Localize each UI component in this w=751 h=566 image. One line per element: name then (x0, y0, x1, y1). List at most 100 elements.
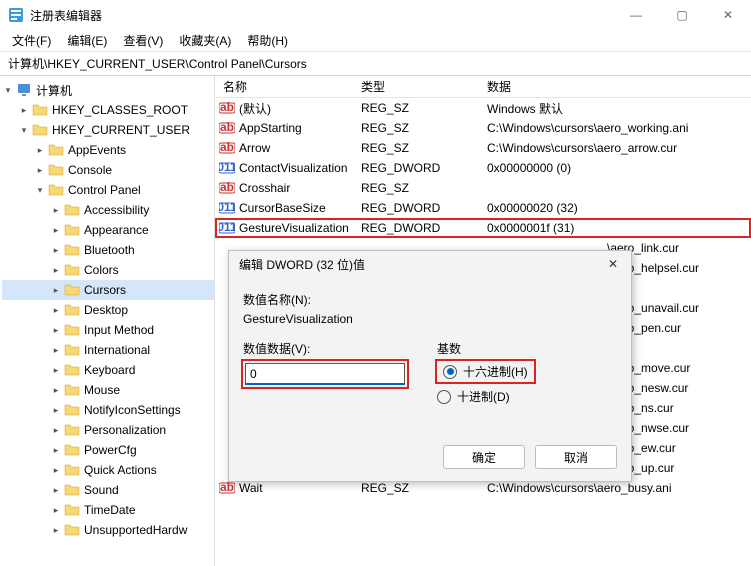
radio-checked-icon (443, 365, 457, 379)
svg-text:ab: ab (220, 140, 234, 154)
tree-item-bluetooth[interactable]: ▸Bluetooth (2, 240, 214, 260)
list-row[interactable]: 011ContactVisualizationREG_DWORD0x000000… (215, 158, 751, 178)
tree-item-timedate[interactable]: ▸TimeDate (2, 500, 214, 520)
tree-panel: ▾计算机▸HKEY_CLASSES_ROOT▾HKEY_CURRENT_USER… (0, 76, 215, 566)
close-icon: ✕ (723, 8, 733, 22)
col-name[interactable]: 名称 (215, 78, 353, 95)
value-type: REG_SZ (353, 101, 479, 115)
close-icon: ✕ (608, 257, 618, 271)
window-title: 注册表编辑器 (30, 7, 102, 24)
value-name: Arrow (239, 141, 270, 155)
svg-text:ab: ab (220, 100, 234, 114)
tree-item-control-panel[interactable]: ▾Control Panel (2, 180, 214, 200)
cancel-button[interactable]: 取消 (535, 445, 617, 469)
tree-item-accessibility[interactable]: ▸Accessibility (2, 200, 214, 220)
menu-favorites[interactable]: 收藏夹(A) (171, 30, 239, 51)
tree-item-unsupportedhardw[interactable]: ▸UnsupportedHardw (2, 520, 214, 540)
folder-icon (48, 182, 64, 198)
minimize-icon: — (630, 8, 642, 22)
value-data: 0x0000001f (31) (479, 221, 751, 235)
folder-icon (64, 322, 80, 338)
dialog-titlebar[interactable]: 编辑 DWORD (32 位)值 ✕ (229, 251, 631, 277)
value-type: REG_SZ (353, 121, 479, 135)
svg-text:011: 011 (219, 160, 235, 174)
tree-item-sound[interactable]: ▸Sound (2, 480, 214, 500)
menu-help[interactable]: 帮助(H) (239, 30, 296, 51)
tree-label: Colors (84, 263, 119, 277)
tree-item-colors[interactable]: ▸ Colors (2, 260, 214, 280)
value-name: ContactVisualization (239, 161, 348, 175)
twisty-icon: ▸ (50, 244, 62, 256)
list-row[interactable]: abArrowREG_SZC:\Windows\cursors\aero_arr… (215, 138, 751, 158)
computer-icon (16, 82, 32, 98)
tree-item-notifyiconsettings[interactable]: ▸NotifyIconSettings (2, 400, 214, 420)
ok-button[interactable]: 确定 (443, 445, 525, 469)
folder-icon (64, 342, 80, 358)
value-type: REG_SZ (353, 481, 479, 495)
tree-item-keyboard[interactable]: ▸Keyboard (2, 360, 214, 380)
tree-item-appevents[interactable]: ▸AppEvents (2, 140, 214, 160)
svg-text:ab: ab (220, 120, 234, 134)
close-button[interactable]: ✕ (705, 0, 751, 30)
svg-text:ab: ab (220, 480, 234, 494)
twisty-icon: ▸ (34, 164, 46, 176)
menu-file[interactable]: 文件(F) (4, 30, 59, 51)
radix-label: 基数 (437, 340, 534, 357)
value-name: Crosshair (239, 181, 290, 195)
col-data[interactable]: 数据 (479, 78, 751, 95)
folder-icon (64, 242, 80, 258)
value-data-input[interactable] (245, 363, 405, 385)
minimize-button[interactable]: — (613, 0, 659, 30)
maximize-icon: ▢ (676, 8, 687, 22)
twisty-icon: ▸ (50, 264, 62, 276)
value-name-label: 数值名称(N): (243, 291, 617, 308)
twisty-icon: ▸ (50, 284, 62, 296)
radix-dec[interactable]: 十进制(D) (437, 388, 534, 405)
hex-label: 十六进制(H) (463, 363, 528, 380)
tree-item-international[interactable]: ▸International (2, 340, 214, 360)
address-bar[interactable]: 计算机\HKEY_CURRENT_USER\Control Panel\Curs… (0, 52, 751, 76)
col-type[interactable]: 类型 (353, 78, 479, 95)
list-header: 名称 类型 数据 (215, 76, 751, 98)
list-row[interactable]: abAppStartingREG_SZC:\Windows\cursors\ae… (215, 118, 751, 138)
tree-label: Personalization (84, 423, 166, 437)
dialog-close-button[interactable]: ✕ (603, 255, 623, 273)
folder-icon (64, 402, 80, 418)
tree-item-hkey-current-user[interactable]: ▾HKEY_CURRENT_USER (2, 120, 214, 140)
maximize-button[interactable]: ▢ (659, 0, 705, 30)
list-row[interactable]: 011GestureVisualizationREG_DWORD0x000000… (215, 218, 751, 238)
tree-item-desktop[interactable]: ▸Desktop (2, 300, 214, 320)
tree-item-input-method[interactable]: ▸Input Method (2, 320, 214, 340)
tree-item-powercfg[interactable]: ▸PowerCfg (2, 440, 214, 460)
tree-label: Appearance (84, 223, 149, 237)
twisty-icon: ▸ (50, 344, 62, 356)
twisty-icon: ▸ (50, 464, 62, 476)
radix-group: 十六进制(H) 十进制(D) (437, 361, 534, 405)
dialog-body: 数值名称(N): GestureVisualization 数值数据(V): 基… (229, 277, 631, 415)
radio-unchecked-icon (437, 390, 451, 404)
tree-item-mouse[interactable]: ▸Mouse (2, 380, 214, 400)
tree-item-cursors[interactable]: ▸Cursors (2, 280, 214, 300)
tree-item-personalization[interactable]: ▸Personalization (2, 420, 214, 440)
edit-dword-dialog: 编辑 DWORD (32 位)值 ✕ 数值名称(N): GestureVisua… (228, 250, 632, 482)
tree-item-hkey-classes-root[interactable]: ▸HKEY_CLASSES_ROOT (2, 100, 214, 120)
list-row[interactable]: 011CursorBaseSizeREG_DWORD0x00000020 (32… (215, 198, 751, 218)
folder-icon (64, 302, 80, 318)
twisty-icon: ▸ (50, 384, 62, 396)
tree-item--[interactable]: ▾计算机 (2, 80, 214, 100)
list-row[interactable]: ab(默认)REG_SZWindows 默认 (215, 98, 751, 118)
folder-icon (32, 102, 48, 118)
menu-edit[interactable]: 编辑(E) (59, 30, 115, 51)
tree-item-appearance[interactable]: ▸Appearance (2, 220, 214, 240)
radix-hex[interactable]: 十六进制(H) (443, 363, 528, 380)
hex-radio-highlight: 十六进制(H) (437, 361, 534, 382)
tree-item-quick-actions[interactable]: ▸Quick Actions (2, 460, 214, 480)
list-row[interactable]: abCrosshairREG_SZ (215, 178, 751, 198)
tree-item-console[interactable]: ▸Console (2, 160, 214, 180)
data-input-highlight (243, 361, 407, 387)
menu-view[interactable]: 查看(V) (115, 30, 171, 51)
titlebar: 注册表编辑器 — ▢ ✕ (0, 0, 751, 30)
value-data-label: 数值数据(V): (243, 340, 407, 357)
folder-icon (64, 442, 80, 458)
value-name: (默认) (239, 100, 271, 117)
